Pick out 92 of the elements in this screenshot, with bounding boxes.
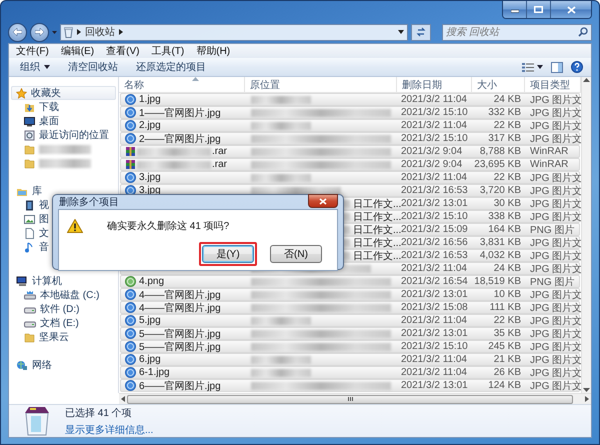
size-cell-text: 22 KB <box>492 120 522 131</box>
size-cell-text: 23,695 KB <box>474 159 522 170</box>
type-cell-text: JPG 图片文 <box>529 328 582 339</box>
size-cell-text: 22 KB <box>492 172 522 183</box>
type-cell-text: JPG 图片文 <box>529 133 582 144</box>
size-cell-text: 24 KB <box>492 94 522 105</box>
size-cell-text: 245 KB <box>487 341 522 352</box>
file-name: 4——官网图片.jpg <box>139 302 221 314</box>
type-cell-text: JPG 图片文 <box>529 302 582 313</box>
size-cell-text: 4,032 KB <box>478 250 522 261</box>
file-name: 1——官网图片.jpg <box>139 106 221 120</box>
location-text: 日工作文... <box>353 224 402 236</box>
date-cell-text: 2021/3/2 15:10 <box>400 133 469 144</box>
type-cell-text: JPG 图片文 <box>529 198 582 209</box>
type-cell-text: JPG 图片文 <box>529 367 582 378</box>
type-cell-text: JPG 图片文 <box>529 94 582 105</box>
size-cell-text: 8,788 KB <box>478 146 522 157</box>
file-name: 6-1.jpg <box>139 367 170 378</box>
date-cell-text: 2021/3/2 11:04 <box>400 94 468 105</box>
size-cell-text: 3,720 KB <box>478 185 522 196</box>
size-cell-text: 124 KB <box>487 380 522 391</box>
file-name: 3.jpg <box>139 172 161 183</box>
size-cell-text: 164 KB <box>487 224 522 235</box>
date-cell-text: 2021/3/2 15:10 <box>400 341 469 352</box>
date-cell-text: 2021/3/2 15:10 <box>400 211 469 222</box>
type-cell-text: JPG 图片文 <box>529 172 582 183</box>
date-cell-text: 2021/3/2 13:01 <box>400 328 469 339</box>
location-text: 日工作文... <box>353 210 402 224</box>
date-cell-text: 2021/3/2 11:04 <box>400 315 468 326</box>
type-cell-text: JPG 图片文 <box>529 354 582 365</box>
type-cell-text: JPG 图片文 <box>529 289 582 300</box>
file-name: 4.png <box>139 276 164 287</box>
file-name: 2——官网图片.jpg <box>139 132 221 146</box>
size-cell-text: 332 KB <box>487 107 522 118</box>
date-cell-text: 2021/3/2 11:04 <box>400 263 468 274</box>
size-cell-text: 10 KB <box>492 289 522 300</box>
selection-count: 已选择 41 个项 <box>65 406 133 420</box>
file-name: 6——官网图片.jpg <box>139 380 221 392</box>
date-cell-text: 2021/3/2 13:01 <box>400 198 469 209</box>
date-cell-text: 2021/3/2 15:08 <box>400 302 469 313</box>
size-cell-text: 3,831 KB <box>478 237 522 248</box>
size-cell-text: 24 KB <box>492 263 522 274</box>
size-cell-text: 35 KB <box>492 328 522 339</box>
type-cell-text: PNG 图片 <box>529 276 576 287</box>
file-name: 6.jpg <box>139 354 161 365</box>
file-name: 1.jpg <box>139 94 161 105</box>
type-cell-text: JPG 图片文 <box>529 185 582 196</box>
size-cell-text: 30 KB <box>492 198 522 209</box>
date-cell-text: 2021/3/2 13:01 <box>400 380 469 391</box>
size-cell-text: 26 KB <box>492 367 522 378</box>
type-cell-text: PNG 图片 <box>529 224 576 235</box>
type-cell-text: JPG 图片文 <box>529 107 582 118</box>
file-name: 5——官网图片.jpg <box>139 328 221 340</box>
file-name: .rar <box>212 146 227 157</box>
date-cell-text: 2021/3/2 13:01 <box>400 289 469 300</box>
date-cell-text: 2021/3/2 11:04 <box>400 172 468 183</box>
size-cell-text: 18,519 KB <box>474 276 522 287</box>
file-name: 5——官网图片.jpg <box>139 340 221 354</box>
file-name: .rar <box>212 159 227 170</box>
size-cell-text: 317 KB <box>487 133 522 144</box>
date-cell-text: 2021/3/2 15:09 <box>400 224 469 235</box>
type-cell-text: JPG 图片文 <box>529 380 582 391</box>
date-cell-text: 2021/3/2 16:53 <box>400 185 469 196</box>
date-cell-text: 2021/3/2 9:04 <box>400 159 464 170</box>
type-cell-text: JPG 图片文 <box>529 263 582 274</box>
type-cell-text: JPG 图片文 <box>529 211 582 222</box>
file-name: 2.jpg <box>139 120 161 131</box>
type-cell-text: JPG 图片文 <box>529 250 582 261</box>
file-name: 4——官网图片.jpg <box>139 288 221 302</box>
date-cell-text: 2021/3/2 11:04 <box>400 120 468 131</box>
type-cell-text: WinRAR <box>529 159 570 170</box>
location-text: 日工作文... <box>353 236 402 250</box>
date-cell-text: 2021/3/2 11:04 <box>400 367 468 378</box>
size-cell-text: 22 KB <box>492 315 522 326</box>
type-cell-text: JPG 图片文 <box>529 120 582 131</box>
file-name: 5.jpg <box>139 315 161 326</box>
size-cell-text: 338 KB <box>487 211 522 222</box>
type-cell-text: JPG 图片文 <box>529 237 582 248</box>
dialog-title: 删除多个项目 <box>58 196 119 209</box>
location-text: 日工作文... <box>353 198 402 210</box>
date-cell-text: 2021/3/2 9:04 <box>400 146 464 157</box>
date-cell-text: 2021/3/2 16:53 <box>400 250 469 261</box>
type-cell-text: WinRAR <box>529 146 570 157</box>
date-cell-text: 2021/3/2 15:10 <box>400 107 469 118</box>
type-cell-text: JPG 图片文 <box>529 341 582 352</box>
date-cell-text: 2021/3/2 16:54 <box>400 276 469 287</box>
size-cell-text: 111 KB <box>488 302 522 313</box>
date-cell-text: 2021/3/2 16:56 <box>400 237 469 248</box>
size-cell-text: 21 KB <box>492 354 522 365</box>
type-cell-text: JPG 图片文 <box>529 315 582 326</box>
location-text: 日工作文... <box>353 250 402 262</box>
date-cell-text: 2021/3/2 11:04 <box>400 354 468 365</box>
